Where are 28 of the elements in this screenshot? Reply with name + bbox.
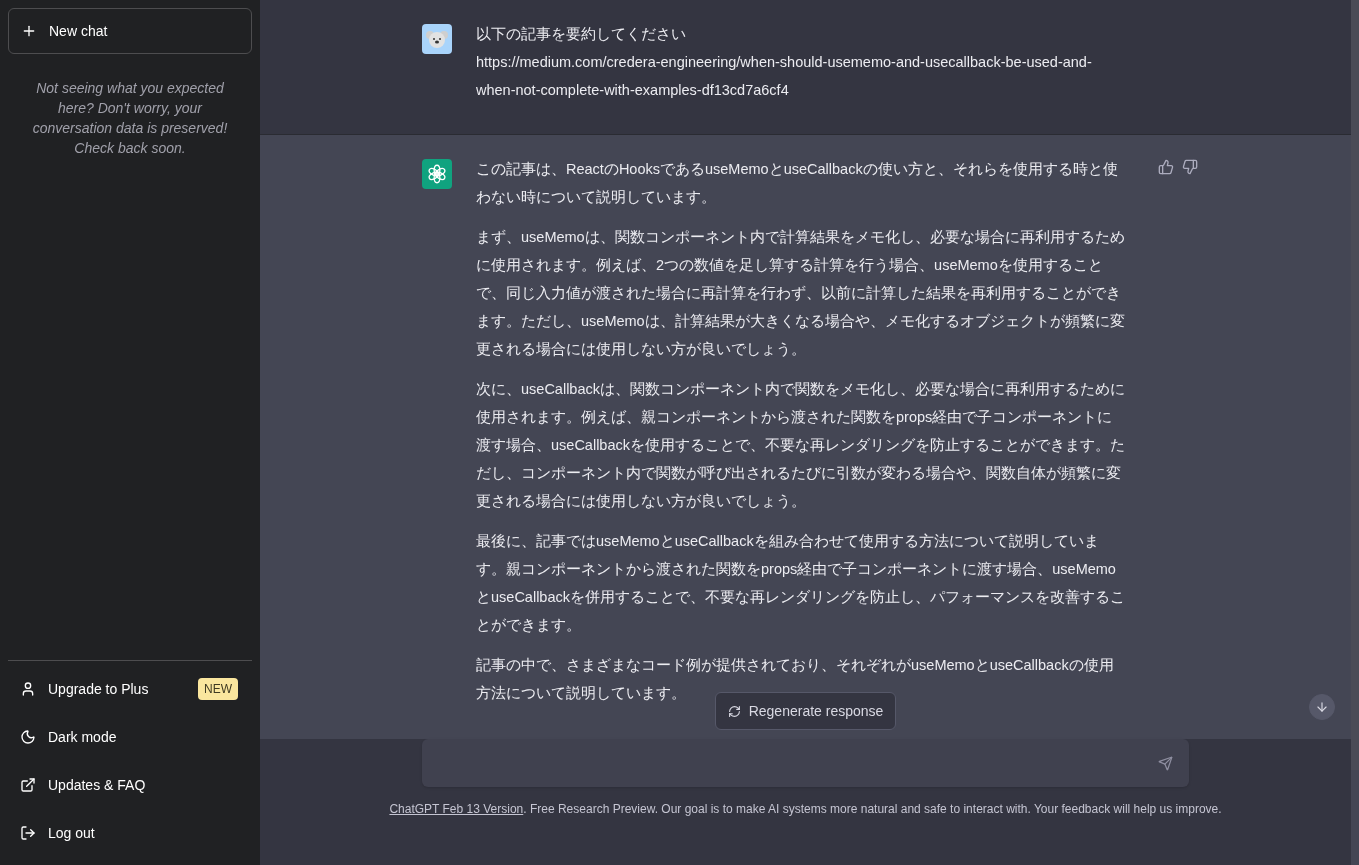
user-icon xyxy=(20,681,36,697)
new-chat-button[interactable]: New chat xyxy=(8,8,252,54)
message-text: 次に、useCallbackは、関数コンポーネント内で関数をメモ化し、必要な場合に再利用するために使用されます。例えば、親コンポーネントから渡された関数をprops経由で子コンポーネントに渡す場合、useCallbackを使用することで、不要な再レンダリングを防止することができます。ただし、コンポーネント内で関数が呼び出されるたびに引数が変わる場合や、関数自体が頻繁に変更される場合には使用しない方が良いでしょう。 xyxy=(476,380,1126,511)
scrollbar[interactable] xyxy=(1351,0,1359,770)
message-text: この記事は、ReactのHooksであるuseMemoとuseCallbackの使い方と、それらを使用する時と使わない時について説明しています。 xyxy=(476,160,1119,207)
regenerate-button[interactable]: Regenerate response xyxy=(714,692,897,730)
notice-text: Not seeing what you expected here? Don't worry, your conversation data is preserved! Check back soon. xyxy=(31,79,229,158)
sidebar-menu-item[interactable]: Upgrade to Plus NEW xyxy=(8,665,252,713)
message-text: 以下の記事を要約してください https://medium.com/credera-engineering/when-should-usememo-and-usecallback-be-used-and-when-not-complete-with-examples-df13cd7a6cf4 xyxy=(476,25,1093,100)
sidebar-menu-item[interactable]: Updates & FAQ xyxy=(8,761,252,809)
moon-icon xyxy=(20,729,36,745)
send-icon[interactable] xyxy=(1158,755,1173,771)
plus-icon xyxy=(21,23,37,39)
refresh-icon xyxy=(727,704,741,718)
external-link-icon xyxy=(20,777,36,793)
message-text: まず、useMemoは、関数コンポーネント内で計算結果をメモ化し、必要な場合に再利用するために使用されます。例えば、2つの数値を足し算する計算を行う場合、useMemoを使用することで、同じ入力値が渡された場合に再計算を行わず、以前に計算した結果を再利用することができます。ただし、useMemoは、計算結果が大きくなる場合や、メモ化するオブジェクトが頻繁に変更される場合には使用しない方が良いでしょう。 xyxy=(476,228,1126,359)
assistant-avatar xyxy=(422,159,452,189)
arrow-down-icon xyxy=(1315,700,1329,714)
logout-icon xyxy=(20,825,36,841)
user-avatar xyxy=(422,24,452,54)
sidebar-menu-item[interactable]: Dark mode xyxy=(8,713,252,761)
thumbs-up-icon[interactable] xyxy=(1158,159,1174,175)
sidebar-menu-item[interactable]: Log out xyxy=(8,809,252,857)
message-text: 最後に、記事ではuseMemoとuseCallbackを組み合わせて使用する方法について説明しています。親コンポーネントから渡された関数をprops経由で子コンポーネントに渡す場合、useMemoとuseCallbackを併用することで、不要な再レンダリングを防止し、パフォーマンスを改善することができます。 xyxy=(476,532,1126,635)
footer-note: ChatGPT Feb 13 Version. Free Research Preview. Our goal is to make AI systems more natural and safe to interact with. Your feedback will help us improve. xyxy=(389,801,1222,818)
new-badge: NEW xyxy=(198,678,238,700)
message-input[interactable] xyxy=(422,739,1189,787)
thumbs-down-icon[interactable] xyxy=(1182,159,1198,175)
